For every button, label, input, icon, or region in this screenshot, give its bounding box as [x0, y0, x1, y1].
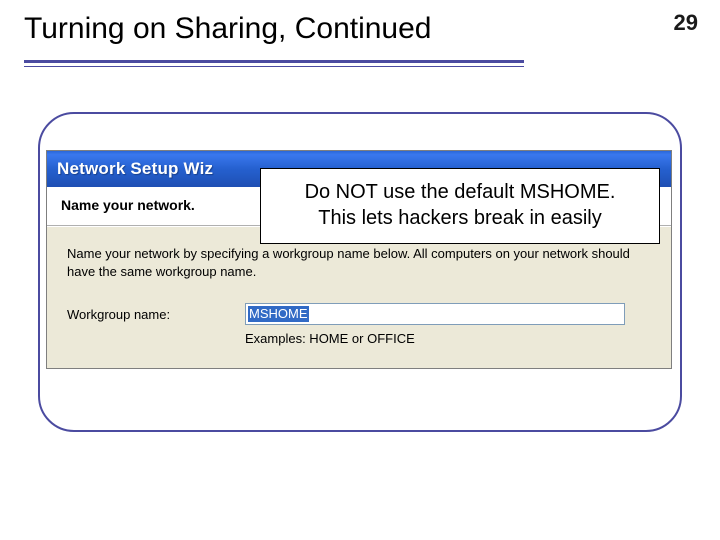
warning-callout: Do NOT use the default MSHOME. This lets…: [260, 168, 660, 244]
workgroup-value-selected: MSHOME: [248, 306, 309, 322]
workgroup-name-input[interactable]: MSHOME: [245, 303, 625, 325]
workgroup-examples: Examples: HOME or OFFICE: [245, 331, 651, 346]
dialog-instructions: Name your network by specifying a workgr…: [67, 245, 647, 281]
slide-number: 29: [674, 10, 698, 36]
workgroup-field-row: Workgroup name: MSHOME: [67, 303, 651, 325]
callout-line-2: This lets hackers break in easily: [275, 205, 645, 231]
title-underline-thick: [24, 60, 524, 63]
slide-header: Turning on Sharing, Continued 29: [0, 0, 720, 67]
dialog-body: Name your network by specifying a workgr…: [47, 226, 671, 368]
dialog-title-text: Network Setup Wiz: [57, 159, 213, 179]
slide-title: Turning on Sharing, Continued: [24, 12, 696, 56]
workgroup-label: Workgroup name:: [67, 307, 217, 322]
title-underline-thin: [24, 66, 524, 67]
callout-line-1: Do NOT use the default MSHOME.: [275, 179, 645, 205]
